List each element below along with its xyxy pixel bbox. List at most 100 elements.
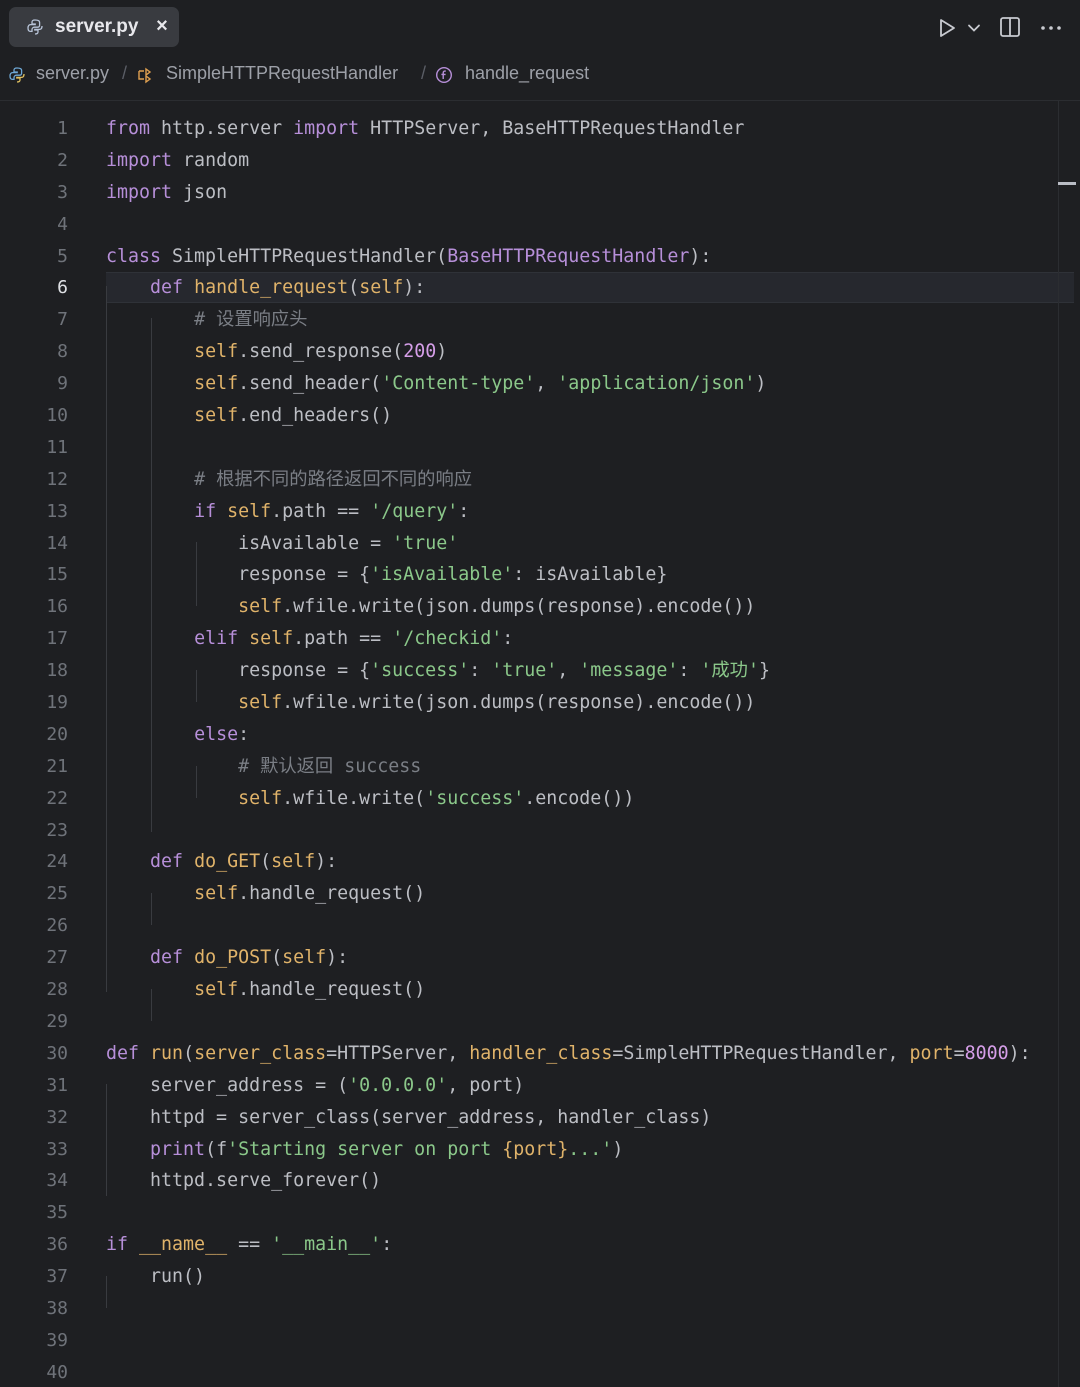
more-icon[interactable] [1039, 16, 1063, 38]
code-token: handle_request [194, 277, 349, 299]
code-token: if [194, 500, 217, 522]
code-line[interactable]: response = {'isAvailable': isAvailable} [106, 559, 1056, 591]
code-line[interactable]: class SimpleHTTPRequestHandler(BaseHTTPR… [106, 241, 1056, 273]
code-line[interactable] [106, 1293, 1056, 1325]
scrollbar-track[interactable] [1058, 101, 1059, 1387]
code-line[interactable]: from http.server import HTTPServer, Base… [106, 113, 1056, 145]
chevron-down-icon[interactable] [966, 20, 982, 36]
code-line[interactable] [106, 1006, 1056, 1038]
line-number: 16 [46, 596, 68, 618]
code-token: ): [326, 947, 349, 969]
code-line[interactable]: import json [106, 177, 1056, 209]
code-line[interactable]: self.send_header('Content-type', 'applic… [106, 368, 1056, 400]
line-number: 33 [46, 1138, 68, 1160]
code-line[interactable]: if self.path == '/query': [106, 496, 1056, 528]
line-number: 8 [57, 341, 68, 363]
code-content[interactable]: from http.server import HTTPServer, Base… [106, 113, 1056, 1387]
code-token: 'success' [370, 660, 470, 682]
editor-area[interactable]: 1 2 3 4 5 6 7 8 9 10 11 12 13 14 15 16 17 18 19 20 21 22 23 24 2… [0, 101, 1080, 1387]
code-line[interactable]: if __name__ == '__main__': [106, 1229, 1056, 1261]
code-line[interactable]: # 设置响应头 [106, 304, 1056, 336]
code-line[interactable]: self.end_headers() [106, 400, 1056, 432]
code-token: } [758, 660, 770, 682]
line-number-gutter: 1 2 3 4 5 6 7 8 9 10 11 12 13 14 15 16 17 18 19 20 21 22 23 24 2… [0, 113, 68, 1387]
code-token: self [238, 787, 283, 809]
code-token: .wfile.write(json.dumps(response).encode… [282, 692, 756, 714]
code-token: .path == [293, 628, 393, 650]
tab-server-py[interactable]: server.py × [9, 7, 179, 47]
code-token: # 默认返回 success [238, 755, 422, 777]
code-line[interactable] [106, 1357, 1056, 1387]
code-token: ) [755, 373, 767, 395]
class-icon [138, 67, 152, 84]
code-editor-window: server.py × server.py / SimpleHTTPReques… [0, 0, 1080, 1387]
code-line[interactable]: self.wfile.write('success'.encode()) [106, 783, 1056, 815]
code-line[interactable]: def do_POST(self): [106, 942, 1056, 974]
code-line[interactable] [106, 1197, 1056, 1229]
code-line[interactable]: server_address = ('0.0.0.0', port) [106, 1070, 1056, 1102]
code-token: self [271, 851, 316, 873]
breadcrumb-method[interactable]: handle_request [465, 63, 589, 84]
code-line[interactable]: self.handle_request() [106, 878, 1056, 910]
code-line[interactable]: else: [106, 719, 1056, 751]
line-number: 11 [46, 436, 68, 458]
code-line[interactable]: # 默认返回 success [106, 751, 1056, 783]
code-line[interactable] [106, 1325, 1056, 1357]
code-line[interactable]: def do_GET(self): [106, 846, 1056, 878]
line-number: 25 [46, 883, 68, 905]
code-token: response = { [106, 564, 371, 586]
code-token: self [249, 628, 294, 650]
code-line[interactable]: response = {'success': 'true', 'message'… [106, 655, 1056, 687]
code-token: 'Content-type' [381, 373, 536, 395]
scrollbar-marker[interactable] [1058, 182, 1076, 185]
code-line[interactable]: run() [106, 1261, 1056, 1293]
code-token: self [194, 373, 239, 395]
code-line[interactable]: print(f'Starting server on port {port}..… [106, 1134, 1056, 1166]
close-tab-icon[interactable]: × [150, 14, 174, 38]
breadcrumb-class[interactable]: SimpleHTTPRequestHandler [166, 63, 398, 84]
code-token: .handle_request() [238, 979, 426, 1001]
line-number: 17 [46, 628, 68, 650]
split-editor-icon[interactable] [999, 16, 1021, 38]
code-token: .wfile.write( [282, 787, 426, 809]
line-number: 1 [57, 118, 68, 139]
code-token: ) [436, 341, 448, 363]
code-line[interactable]: def handle_request(self): [106, 272, 1056, 304]
code-line[interactable]: def run(server_class=HTTPServer, handler… [106, 1038, 1056, 1070]
line-number: 4 [57, 213, 68, 235]
code-token: ( [348, 277, 360, 299]
code-token: httpd = server_class(server_address, han… [106, 1106, 712, 1128]
code-line[interactable]: import random [106, 145, 1056, 177]
code-line[interactable]: # 根据不同的路径返回不同的响应 [106, 464, 1056, 496]
code-line[interactable]: httpd = server_class(server_address, han… [106, 1102, 1056, 1134]
code-line[interactable]: self.handle_request() [106, 974, 1056, 1006]
code-line[interactable]: self.wfile.write(json.dumps(response).en… [106, 591, 1056, 623]
run-icon[interactable] [936, 17, 958, 39]
code-line[interactable] [106, 432, 1056, 464]
code-line[interactable] [106, 815, 1056, 847]
code-line[interactable]: httpd.serve_forever() [106, 1165, 1056, 1197]
code-token: import [106, 149, 173, 171]
code-line[interactable] [106, 209, 1056, 241]
code-token: 'true' [392, 532, 459, 554]
line-number: 10 [46, 405, 68, 427]
breadcrumb-file[interactable]: server.py [36, 63, 109, 84]
line-number: 19 [46, 692, 68, 714]
code-token: , port) [447, 1074, 525, 1096]
code-line[interactable] [106, 910, 1056, 942]
code-line[interactable]: isAvailable = 'true' [106, 528, 1056, 560]
line-number: 32 [46, 1106, 68, 1128]
code-line[interactable]: self.send_response(200) [106, 336, 1056, 368]
code-line[interactable]: elif self.path == '/checkid': [106, 623, 1056, 655]
code-line[interactable]: self.wfile.write(json.dumps(response).en… [106, 687, 1056, 719]
code-token: self [359, 277, 404, 299]
line-number: 26 [46, 915, 68, 937]
code-token: ( [183, 1042, 195, 1064]
